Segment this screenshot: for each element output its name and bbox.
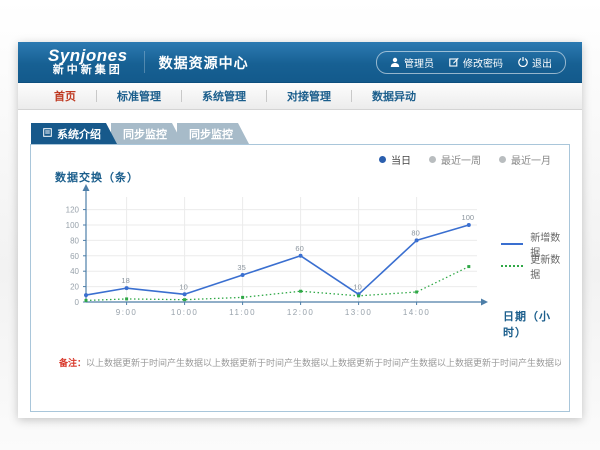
- brand-name: Synjones: [48, 47, 128, 65]
- svg-text:80: 80: [70, 236, 79, 245]
- svg-text:100: 100: [66, 221, 80, 230]
- nav-item-standard-mgmt[interactable]: 标准管理: [97, 88, 181, 104]
- svg-text:100: 100: [462, 213, 475, 222]
- svg-text:10:00: 10:00: [171, 308, 199, 317]
- svg-text:40: 40: [70, 267, 79, 276]
- legend-label: 更新数据: [530, 251, 569, 281]
- tab-sync-monitor-2[interactable]: 同步监控: [177, 123, 249, 144]
- user-icon: [390, 57, 400, 67]
- svg-text:9:00: 9:00: [116, 308, 138, 317]
- nav-item-integration-mgmt[interactable]: 对接管理: [267, 88, 351, 104]
- user-menu-label: 管理员: [404, 55, 434, 70]
- footnote: 备注：以上数据更新于时间产生数据以上数据更新于时间产生数据以上数据更新于时间产生…: [59, 356, 561, 369]
- brand-name-cn: 新中新集团: [48, 65, 128, 77]
- nav-item-data-changes[interactable]: 数据异动: [352, 88, 436, 104]
- chart-legend: 新增数据 更新数据: [501, 233, 569, 277]
- svg-text:80: 80: [411, 228, 419, 237]
- tab-label: 同步监控: [189, 126, 233, 142]
- line-chart: 0 20 40 60 80 100 120 9:00 10:00 11:00 12:00 13:00 1…: [31, 145, 569, 413]
- footnote-text: 以上数据更新于时间产生数据以上数据更新于时间产生数据以上数据更新于时间产生数据以…: [86, 358, 561, 368]
- svg-text:13:00: 13:00: [345, 308, 373, 317]
- page-title: 数据资源中心: [144, 51, 249, 73]
- logout-button[interactable]: 退出: [518, 55, 552, 70]
- user-menu: 管理员 修改密码 退出: [376, 51, 566, 74]
- power-icon: [518, 57, 528, 67]
- svg-text:0: 0: [75, 298, 80, 307]
- svg-text:11:00: 11:00: [229, 308, 256, 317]
- chart-panel: 当日 最近一周 最近一月 数据交换（条） 0204060801001209:00…: [30, 144, 570, 412]
- edit-icon: [449, 57, 459, 67]
- svg-text:14:00: 14:00: [403, 308, 431, 317]
- solid-line-icon: [501, 243, 523, 245]
- tabs-row: 系统介绍 同步监控 同步监控: [31, 123, 570, 144]
- nav-item-system-mgmt[interactable]: 系统管理: [182, 88, 266, 104]
- user-menu-label: 修改密码: [463, 55, 503, 70]
- tab-label: 系统介绍: [57, 126, 101, 142]
- dotted-line-icon: [501, 265, 523, 267]
- document-icon: [43, 128, 52, 140]
- brand-logo: Synjones 新中新集团: [48, 47, 128, 76]
- x-axis-label: 日期（小时）: [503, 308, 569, 340]
- change-password-button[interactable]: 修改密码: [449, 55, 503, 70]
- admin-button[interactable]: 管理员: [390, 55, 434, 70]
- svg-text:60: 60: [70, 252, 79, 261]
- svg-text:35: 35: [237, 263, 245, 272]
- tab-system-intro[interactable]: 系统介绍: [31, 123, 117, 144]
- content-area: 系统介绍 同步监控 同步监控 当日 最近一周: [18, 110, 582, 412]
- svg-text:12:00: 12:00: [287, 308, 315, 317]
- svg-text:10: 10: [353, 282, 361, 291]
- svg-text:10: 10: [179, 282, 187, 291]
- svg-text:60: 60: [295, 244, 303, 253]
- user-menu-label: 退出: [532, 55, 552, 70]
- svg-text:120: 120: [66, 206, 80, 215]
- footnote-label: 备注：: [59, 358, 86, 368]
- app-header: Synjones 新中新集团 数据资源中心 管理员 修改密码: [18, 42, 582, 83]
- nav-item-home[interactable]: 首页: [34, 88, 96, 104]
- tab-sync-monitor-1[interactable]: 同步监控: [111, 123, 183, 144]
- desktop-canvas: Synjones 新中新集团 数据资源中心 管理员 修改密码: [0, 0, 600, 450]
- tab-label: 同步监控: [123, 126, 167, 142]
- svg-text:20: 20: [70, 283, 79, 292]
- main-nav: 首页 标准管理 系统管理 对接管理 数据异动: [18, 83, 582, 110]
- legend-updated-data: 更新数据: [501, 255, 569, 277]
- app-window: Synjones 新中新集团 数据资源中心 管理员 修改密码: [18, 42, 582, 418]
- svg-text:18: 18: [121, 276, 129, 285]
